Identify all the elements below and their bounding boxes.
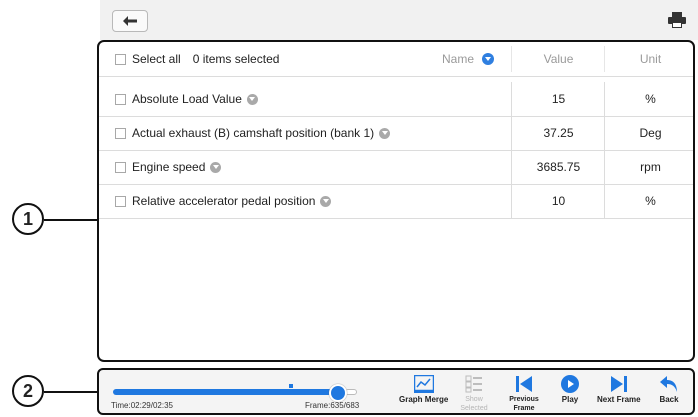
selected-count: 0 items selected [192, 52, 280, 66]
previous-frame-icon [516, 376, 532, 392]
frame-readout: Frame:635/683 [305, 401, 360, 410]
row-checkbox[interactable] [115, 93, 126, 105]
show-selected-label: Show Selected [460, 396, 488, 412]
callout-1-leader [44, 219, 98, 221]
show-selected-button[interactable]: Show Selected [459, 372, 489, 415]
bookmark-marker [289, 384, 293, 388]
play-icon [561, 375, 579, 393]
parameter-unit: Deg [604, 116, 693, 150]
undo-arrow-icon [660, 376, 677, 392]
parameter-name: Relative accelerator pedal position [132, 194, 316, 208]
chevron-down-icon[interactable] [320, 195, 332, 207]
table-header: Select all 0 items selected Name Value U… [99, 42, 693, 77]
progress-thumb[interactable] [329, 384, 347, 402]
top-bar [100, 0, 698, 40]
select-all-label[interactable]: Select all [132, 52, 181, 66]
back-arrow-icon [123, 16, 137, 26]
playback-toolbar: Time:02:29/02:35 Frame:635/683 Graph Mer… [97, 368, 695, 415]
live-data-panel: Select all 0 items selected Name Value U… [97, 40, 695, 362]
table-row[interactable]: Relative accelerator pedal position 10 % [99, 184, 693, 219]
sort-label: Name [441, 52, 474, 66]
callout-1: 1 [12, 203, 44, 235]
callout-2-leader [44, 391, 98, 393]
graph-merge-icon [413, 375, 434, 393]
chevron-down-icon[interactable] [246, 93, 258, 105]
parameter-value: 3685.75 [511, 150, 605, 184]
printer-icon[interactable] [668, 12, 686, 28]
parameter-value: 37.25 [511, 116, 605, 150]
value-column-header: Value [511, 46, 605, 72]
parameter-unit: % [604, 82, 693, 116]
progress-slider[interactable] [113, 389, 357, 395]
parameter-name: Actual exhaust (B) camshaft position (ba… [132, 126, 375, 140]
next-frame-label: Next Frame [597, 395, 641, 404]
sort-toggle-icon [482, 53, 494, 65]
parameter-unit: rpm [604, 150, 693, 184]
parameter-name: Absolute Load Value [132, 92, 242, 106]
next-frame-button[interactable]: Next Frame [597, 372, 641, 415]
table-row[interactable]: Engine speed 3685.75 rpm [99, 150, 693, 185]
play-label: Play [561, 395, 579, 404]
previous-frame-button[interactable]: Previous Frame [507, 372, 541, 415]
back-label: Back [659, 395, 679, 404]
chevron-down-icon[interactable] [210, 161, 222, 173]
next-frame-icon [610, 376, 627, 392]
sort-by-name-button[interactable]: Name [442, 42, 494, 76]
select-all-checkbox[interactable] [115, 53, 126, 65]
parameter-value: 15 [511, 82, 605, 116]
table-row[interactable]: Actual exhaust (B) camshaft position (ba… [99, 116, 693, 151]
unit-column-header: Unit [604, 46, 693, 72]
parameter-name: Engine speed [132, 160, 206, 174]
parameter-unit: % [604, 184, 693, 218]
row-checkbox[interactable] [115, 161, 126, 173]
previous-frame-label: Previous Frame [509, 396, 539, 412]
back-toolbar-button[interactable]: Back [659, 372, 679, 415]
time-readout: Time:02:29/02:35 [111, 401, 173, 410]
graph-merge-button[interactable]: Graph Merge [399, 372, 448, 415]
play-button[interactable]: Play [561, 372, 579, 415]
back-button[interactable] [112, 10, 148, 32]
chevron-down-icon[interactable] [379, 127, 391, 139]
graph-merge-label: Graph Merge [399, 395, 449, 404]
row-checkbox[interactable] [115, 127, 126, 139]
parameter-value: 10 [511, 184, 605, 218]
checklist-icon [465, 375, 482, 393]
table-row[interactable]: Absolute Load Value 15 % [99, 82, 693, 117]
row-checkbox[interactable] [115, 195, 126, 207]
callout-2: 2 [12, 375, 44, 407]
